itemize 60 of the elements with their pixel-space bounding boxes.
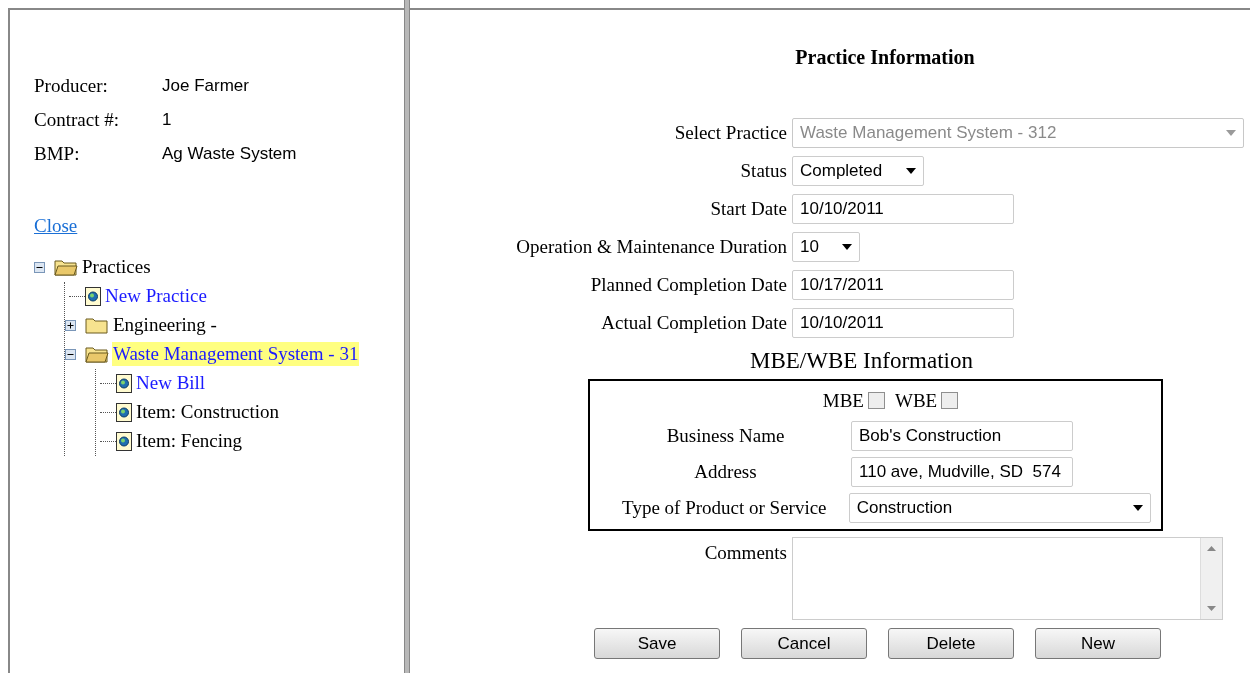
field-label: Address <box>693 459 758 484</box>
tree-item[interactable]: Item: Fencing <box>135 429 244 453</box>
input-field[interactable]: 10/10/2011 <box>792 194 1014 224</box>
action-button[interactable]: Delete <box>888 628 1014 659</box>
collapse-icon[interactable] <box>34 261 45 273</box>
info-label: Producer: <box>34 73 109 98</box>
collapse-icon[interactable] <box>65 348 76 360</box>
folder-icon <box>85 316 109 334</box>
dropdown[interactable]: 10 <box>792 232 860 262</box>
info-label: BMP: <box>34 141 81 166</box>
checkbox[interactable] <box>868 392 885 410</box>
field-label: Select Practice <box>673 120 788 145</box>
checkbox-label: MBE <box>822 388 864 413</box>
section-heading: MBE/WBE Information <box>750 347 974 375</box>
folder-icon <box>85 345 109 363</box>
field-label: Planned Completion Date <box>589 272 788 297</box>
action-button[interactable]: Cancel <box>741 628 867 659</box>
tree-item[interactable]: Item: Construction <box>135 400 280 424</box>
dropdown[interactable]: Construction <box>848 493 1151 523</box>
caret-icon <box>906 168 916 174</box>
input-field[interactable]: 10/10/2011 <box>792 308 1014 338</box>
checkbox[interactable] <box>941 392 959 410</box>
tree-item[interactable]: Practices <box>81 255 152 279</box>
expand-icon[interactable] <box>65 319 76 331</box>
document-icon <box>116 431 132 451</box>
scrollbar[interactable] <box>1200 538 1222 619</box>
field-label: Operation & Maintenance Duration <box>515 234 788 259</box>
document-icon <box>116 402 132 422</box>
page-title: Practice Information <box>794 45 976 70</box>
tree-item[interactable]: Engineering - <box>112 313 218 337</box>
field-label: Status <box>739 158 788 183</box>
field-label: Actual Completion Date <box>600 310 788 335</box>
dropdown[interactable]: Completed <box>792 156 924 186</box>
caret-icon <box>842 244 852 250</box>
input-field[interactable]: Bob's Construction <box>851 421 1073 451</box>
folder-icon <box>54 258 78 276</box>
info-value: 1 <box>162 109 172 132</box>
action-button[interactable]: New <box>1035 628 1161 659</box>
input-field[interactable]: 10/17/2011 <box>792 270 1014 300</box>
input-field[interactable]: 110 ave, Mudville, SD 574 <box>851 457 1073 487</box>
info-value: Joe Farmer <box>162 75 249 98</box>
caret-icon <box>1133 505 1143 511</box>
tree-item[interactable]: New Bill <box>135 371 207 395</box>
action-button[interactable]: Save <box>594 628 720 659</box>
field-label: Comments <box>703 541 788 565</box>
tree-item[interactable]: New Practice <box>104 284 208 308</box>
scroll-up-icon[interactable] <box>1207 546 1216 551</box>
tree-item[interactable]: Waste Management System - 31 <box>112 342 360 366</box>
checkbox-label: WBE <box>895 388 938 413</box>
info-value: Ag Waste System <box>162 143 297 166</box>
info-label: Contract #: <box>34 107 120 132</box>
scroll-down-icon[interactable] <box>1207 606 1216 611</box>
caret-icon <box>1226 130 1236 136</box>
field-label: Type of Product or Service <box>621 495 828 520</box>
comments-field[interactable] <box>792 537 1223 620</box>
document-icon <box>116 373 132 393</box>
field-label: Start Date <box>709 196 788 221</box>
close-link[interactable]: Close <box>34 212 78 241</box>
document-icon <box>85 286 101 306</box>
field-label: Business Name <box>665 423 786 448</box>
